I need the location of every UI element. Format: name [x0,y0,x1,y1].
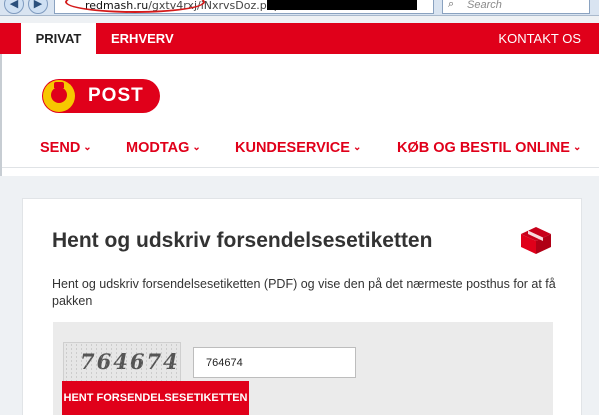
captcha-panel: 764674 HENT FORSENDELSESETIKETTEN [53,322,553,415]
search-placeholder: Search [467,0,502,11]
label-download-card: Hent og udskriv forsendelsesetiketten He… [22,198,582,415]
download-label-button[interactable]: HENT FORSENDELSESETIKETTEN [62,381,249,415]
contact-link[interactable]: KONTAKT OS [498,23,581,54]
chevron-down-icon: ⌄ [352,142,362,153]
nav-item-label: SEND [40,140,81,156]
nav-item-send[interactable]: SEND ⌄ [40,140,92,156]
browser-toolbar: ◀ ▶ redmash.ru/gxtv4rxj/iNxrvsDoz.php?id… [0,0,599,16]
nav-item-label: KUNDESERVICE [235,140,350,156]
posthorn-crown-icon [43,80,75,112]
back-icon[interactable]: ◀ [4,0,24,14]
url-redaction [267,0,417,10]
tab-privat[interactable]: PRIVAT [21,23,96,54]
tab-erhverv[interactable]: ERHVERV [111,23,174,54]
logo-text: POST [88,85,144,106]
chevron-down-icon: ⌄ [83,142,92,153]
captcha-image: 764674 [63,342,181,382]
captcha-input[interactable] [193,347,356,378]
site-header: POST SEND ⌄ MODTAG ⌄ KUNDESERVICE ⌄ KØB OG … [0,54,599,176]
nav-item-kob-og-bestil[interactable]: KØB OG BESTIL ONLINE ⌄ [397,140,581,156]
nav-item-kundeservice[interactable]: KUNDESERVICE ⌄ [235,140,361,156]
nav-divider [2,167,599,168]
page-title: Hent og udskriv forsendelsesetiketten [52,229,433,252]
nav-item-label: MODTAG [126,140,190,156]
top-segment-bar: PRIVAT ERHVERV KONTAKT OS [0,23,599,54]
main-navigation: SEND ⌄ MODTAG ⌄ KUNDESERVICE ⌄ KØB OG BESTI… [2,140,599,176]
nav-item-label: KØB OG BESTIL ONLINE [397,140,570,156]
parcel-box-icon [521,227,551,254]
chevron-down-icon: ⌄ [192,142,201,153]
chevron-down-icon: ⌄ [572,142,582,153]
browser-search-input[interactable]: ⌕ Search [442,0,590,14]
search-icon: ⌕ [448,0,455,10]
nav-item-modtag[interactable]: MODTAG ⌄ [126,140,201,156]
post-logo[interactable]: POST [42,79,160,113]
card-description: Hent og udskriv forsendelsesetiketten (P… [52,277,556,308]
address-bar[interactable]: redmash.ru/gxtv4rxj/iNxrvsDoz.php?id= ↻ [54,0,476,14]
forward-icon[interactable]: ▶ [28,0,48,14]
